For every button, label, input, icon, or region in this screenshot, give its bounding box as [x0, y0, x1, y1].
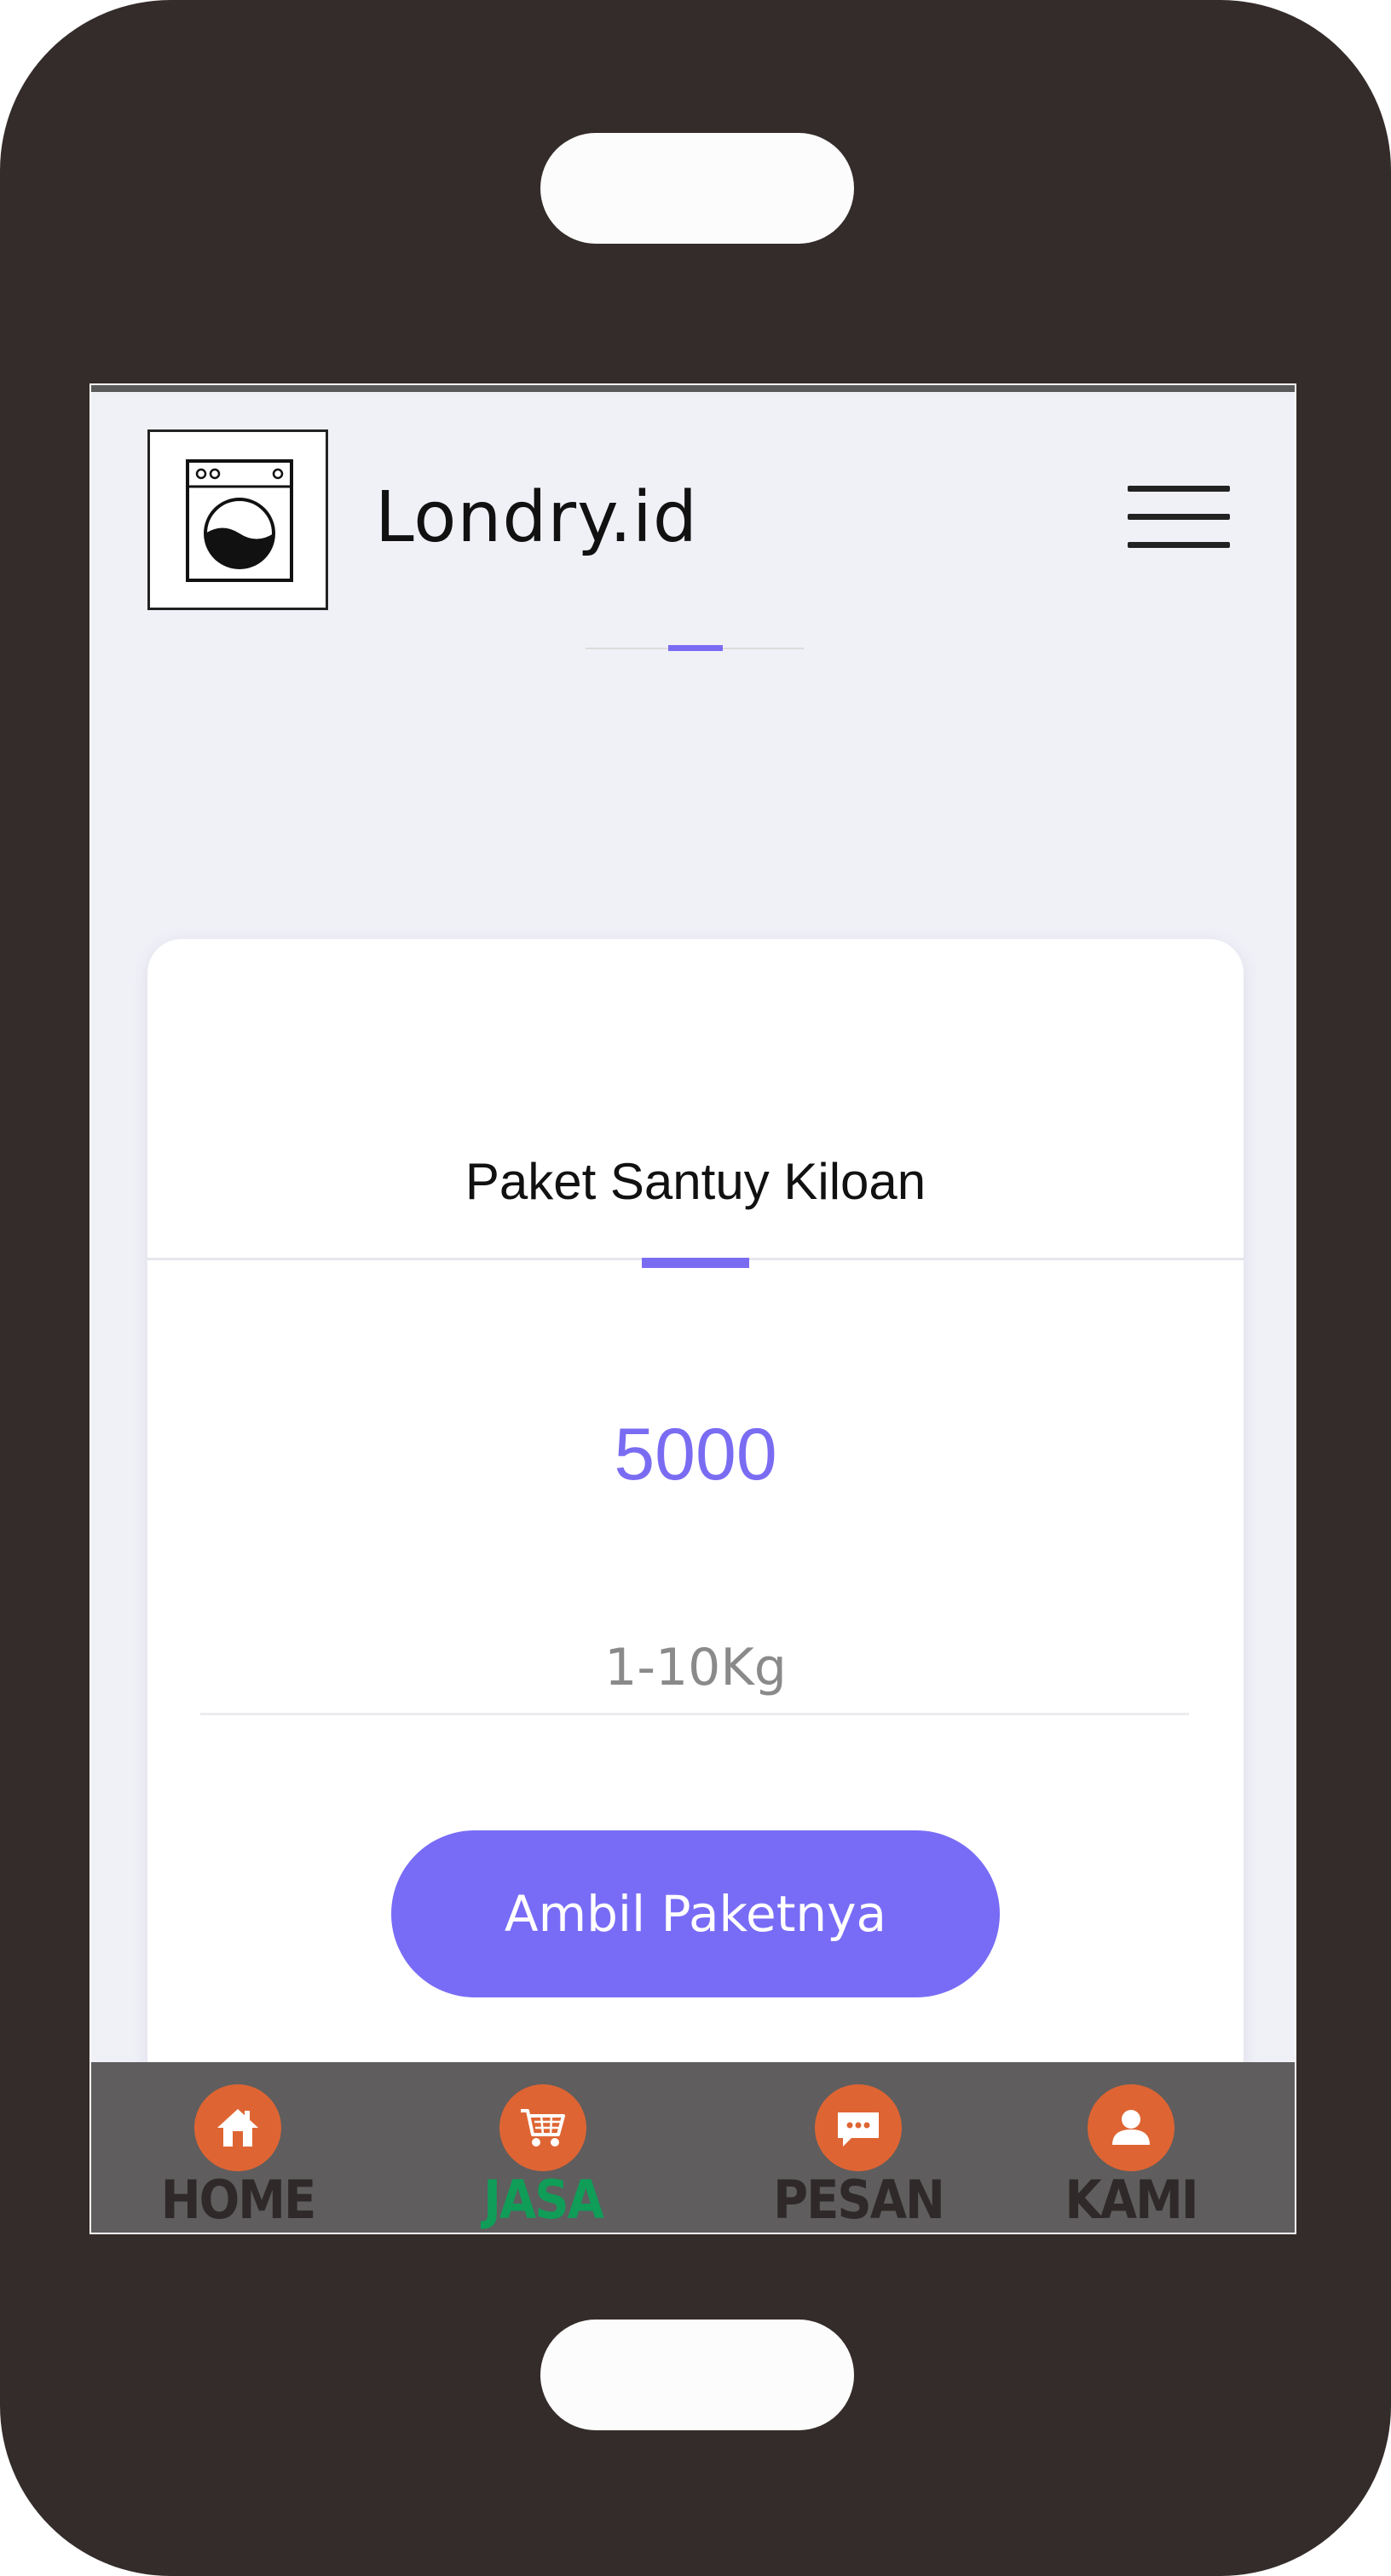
hamburger-menu-icon[interactable]: [1128, 486, 1230, 550]
nav-label-kami: KAMI: [1065, 2170, 1198, 2232]
nav-label-home: HOME: [160, 2170, 316, 2232]
brand-name: Londry.id: [375, 477, 698, 558]
app-screen: Londry.id Paket Santuy Kiloan 5000 1-10K…: [89, 383, 1296, 2234]
cart-icon: [499, 2084, 586, 2171]
app-logo[interactable]: [147, 429, 328, 610]
phone-top-speaker: [540, 133, 854, 244]
nav-item-home[interactable]: HOME: [144, 2062, 332, 2233]
phone-frame: Londry.id Paket Santuy Kiloan 5000 1-10K…: [0, 0, 1391, 2576]
package-weight: 1-10Kg: [604, 1638, 787, 1697]
chat-icon: [815, 2084, 902, 2171]
nav-item-kami[interactable]: KAMI: [1037, 2062, 1225, 2233]
washing-machine-icon: [186, 459, 293, 582]
phone-bottom-speaker: [540, 2320, 854, 2430]
nav-label-pesan: PESAN: [773, 2170, 945, 2232]
package-title: Paket Santuy Kiloan: [465, 1153, 926, 1210]
home-icon: [194, 2084, 281, 2171]
package-price: 5000: [614, 1414, 777, 1495]
take-package-button[interactable]: Ambil Paketnya: [391, 1830, 1000, 1997]
weight-divider: [200, 1713, 1189, 1715]
status-line: [91, 385, 1295, 392]
package-card: Paket Santuy Kiloan 5000 1-10Kg Ambil Pa…: [147, 939, 1244, 2233]
nav-item-pesan[interactable]: PESAN: [765, 2062, 952, 2233]
nav-item-jasa[interactable]: JASA: [449, 2062, 637, 2233]
bottom-nav: HOME JASA PESAN KAMI: [91, 2062, 1295, 2233]
nav-label-jasa: JASA: [483, 2170, 604, 2232]
user-icon: [1088, 2084, 1175, 2171]
card-accent-bar: [642, 1258, 749, 1268]
nav-indicator: [668, 645, 723, 651]
